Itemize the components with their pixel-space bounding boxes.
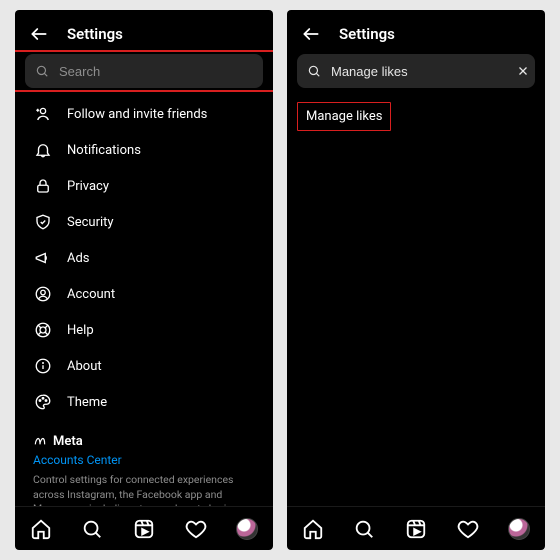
menu-label: Account: [67, 287, 115, 302]
nav-activity[interactable]: [184, 517, 208, 541]
menu-label: Theme: [67, 395, 107, 410]
page-title: Settings: [67, 25, 123, 43]
menu-label: Notifications: [67, 143, 141, 158]
menu-notifications[interactable]: Notifications: [15, 132, 273, 168]
search-icon: [307, 64, 321, 78]
bell-icon: [33, 141, 53, 159]
nav-reels[interactable]: [404, 517, 428, 541]
palette-icon: [33, 393, 53, 411]
header: Settings: [287, 10, 545, 54]
menu-label: Ads: [67, 251, 90, 266]
page-title: Settings: [339, 25, 395, 43]
nav-profile[interactable]: [507, 517, 531, 541]
search-field[interactable]: [297, 54, 535, 88]
meta-section: Meta Accounts Center Control settings fo…: [15, 420, 273, 506]
menu-label: Follow and invite friends: [67, 107, 207, 122]
search-input[interactable]: [59, 64, 253, 79]
accounts-center-link[interactable]: Accounts Center: [33, 453, 255, 467]
meta-label: Meta: [53, 434, 83, 449]
nav-search[interactable]: [80, 517, 104, 541]
shield-icon: [33, 213, 53, 231]
bottom-nav: [287, 506, 545, 550]
result-label: Manage likes: [306, 109, 382, 124]
avatar-icon: [508, 518, 530, 540]
menu-privacy[interactable]: Privacy: [15, 168, 273, 204]
lifebuoy-icon: [33, 321, 53, 339]
user-circle-icon: [33, 285, 53, 303]
menu-ads[interactable]: Ads: [15, 240, 273, 276]
bottom-nav: [15, 506, 273, 550]
meta-icon: [33, 435, 47, 449]
meta-brand: Meta: [33, 434, 255, 449]
header: Settings: [15, 10, 273, 54]
clear-icon[interactable]: [517, 63, 529, 79]
search-results: Manage likes: [287, 88, 545, 506]
accounts-center-desc: Control settings for connected experienc…: [33, 473, 255, 506]
nav-activity[interactable]: [456, 517, 480, 541]
megaphone-icon: [33, 249, 53, 267]
menu-label: Help: [67, 323, 94, 338]
info-icon: [33, 357, 53, 375]
search-result-manage-likes[interactable]: Manage likes: [297, 102, 391, 131]
back-icon[interactable]: [301, 24, 321, 44]
search-icon: [35, 64, 49, 78]
menu-label: Privacy: [67, 179, 109, 194]
settings-screen-left: Settings Follow and invite friends Notif…: [15, 10, 273, 550]
nav-reels[interactable]: [132, 517, 156, 541]
lock-icon: [33, 177, 53, 195]
settings-screen-right: Settings Manage likes: [287, 10, 545, 550]
menu-label: Security: [67, 215, 114, 230]
nav-home[interactable]: [301, 517, 325, 541]
avatar-icon: [236, 518, 258, 540]
menu-theme[interactable]: Theme: [15, 384, 273, 420]
search-input[interactable]: [331, 64, 507, 79]
settings-list: Follow and invite friends Notifications …: [15, 88, 273, 506]
nav-profile[interactable]: [235, 517, 259, 541]
nav-search[interactable]: [352, 517, 376, 541]
menu-follow-invite[interactable]: Follow and invite friends: [15, 96, 273, 132]
search-field[interactable]: [25, 54, 263, 88]
menu-label: About: [67, 359, 102, 374]
menu-about[interactable]: About: [15, 348, 273, 384]
menu-help[interactable]: Help: [15, 312, 273, 348]
person-plus-icon: [33, 105, 53, 123]
back-icon[interactable]: [29, 24, 49, 44]
nav-home[interactable]: [29, 517, 53, 541]
menu-security[interactable]: Security: [15, 204, 273, 240]
menu-account[interactable]: Account: [15, 276, 273, 312]
